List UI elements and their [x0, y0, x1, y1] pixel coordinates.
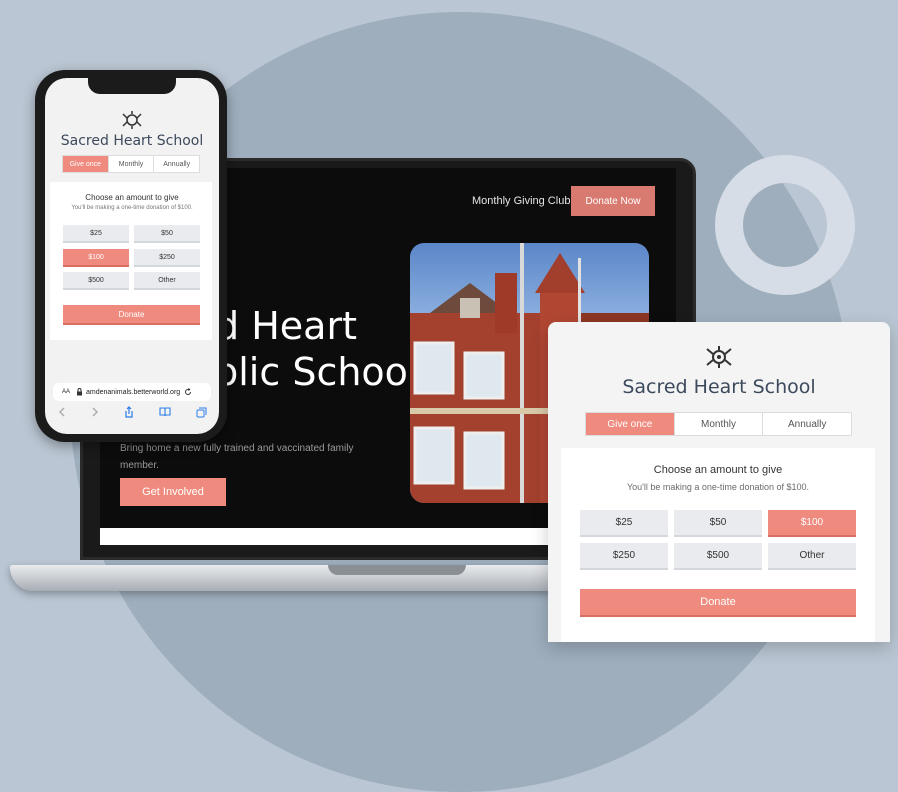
- forward-arrow-icon[interactable]: [91, 407, 99, 417]
- card-frequency-tabs: Give once Monthly Annually: [585, 412, 852, 436]
- back-arrow-icon[interactable]: [58, 407, 66, 417]
- card-amount-250[interactable]: $250: [580, 543, 668, 570]
- phone-amount-other[interactable]: Other: [134, 272, 200, 290]
- laptop-hinge-notch: [328, 565, 466, 575]
- card-tab-annually[interactable]: Annually: [763, 413, 851, 435]
- phone-screen: Sacred Heart School Give once Monthly An…: [45, 78, 219, 434]
- card-school-name: Sacred Heart School: [622, 376, 816, 398]
- tabs-icon[interactable]: [196, 407, 207, 418]
- lock-icon: [77, 388, 83, 396]
- card-tab-monthly[interactable]: Monthly: [675, 413, 764, 435]
- phone-amount-250[interactable]: $250: [134, 249, 200, 267]
- hero-title: d Heart olic School: [215, 303, 419, 395]
- reload-icon[interactable]: [184, 388, 192, 396]
- url-text: amdenanimals.betterworld.org: [86, 388, 181, 396]
- phone-heading: Choose an amount to give: [85, 193, 179, 202]
- donate-now-button[interactable]: Donate Now: [571, 186, 655, 216]
- phone-subheading: You'll be making a one-time donation of …: [71, 205, 193, 211]
- card-amount-25[interactable]: $25: [580, 510, 668, 537]
- hero-subtitle: Bring home a new fully trained and vacci…: [120, 443, 354, 471]
- phone-amount-500[interactable]: $500: [63, 272, 129, 290]
- phone-tab-monthly[interactable]: Monthly: [109, 156, 155, 172]
- card-heading: Choose an amount to give: [653, 464, 783, 476]
- card-amount-50[interactable]: $50: [674, 510, 762, 537]
- crest-logo-icon: [122, 111, 142, 129]
- crest-logo-icon: [706, 346, 732, 368]
- bookmarks-icon[interactable]: [158, 407, 171, 417]
- phone-tab-give-once[interactable]: Give once: [63, 156, 109, 172]
- card-donate-button[interactable]: Donate: [580, 589, 856, 617]
- share-icon[interactable]: [124, 406, 134, 418]
- card-amount-100[interactable]: $100: [768, 510, 856, 537]
- phone-toolbar: [45, 404, 219, 420]
- phone-amount-25[interactable]: $25: [63, 225, 129, 243]
- get-involved-button[interactable]: Get Involved: [120, 478, 226, 506]
- phone-school-name: Sacred Heart School: [60, 133, 204, 149]
- decorative-ring: [715, 155, 855, 295]
- card-amount-500[interactable]: $500: [674, 543, 762, 570]
- hero-title-line-2: olic School: [215, 350, 419, 394]
- phone-frequency-tabs: Give once Monthly Annually: [62, 155, 200, 173]
- card-subheading: You'll be making a one-time donation of …: [626, 482, 809, 492]
- nav-link-monthly-giving[interactable]: Monthly Giving Club: [472, 195, 570, 207]
- card-tab-give-once[interactable]: Give once: [586, 413, 675, 435]
- phone-tab-annually[interactable]: Annually: [154, 156, 199, 172]
- phone-url-bar[interactable]: AA amdenanimals.betterworld.org: [53, 383, 211, 401]
- hero-title-line-1: d Heart: [215, 304, 357, 348]
- phone-notch: [88, 78, 176, 94]
- card-amount-other[interactable]: Other: [768, 543, 856, 570]
- text-size-button[interactable]: AA: [62, 389, 70, 395]
- phone-amount-50[interactable]: $50: [134, 225, 200, 243]
- phone-donate-button[interactable]: Donate: [63, 305, 200, 325]
- phone-amount-100[interactable]: $100: [63, 249, 129, 267]
